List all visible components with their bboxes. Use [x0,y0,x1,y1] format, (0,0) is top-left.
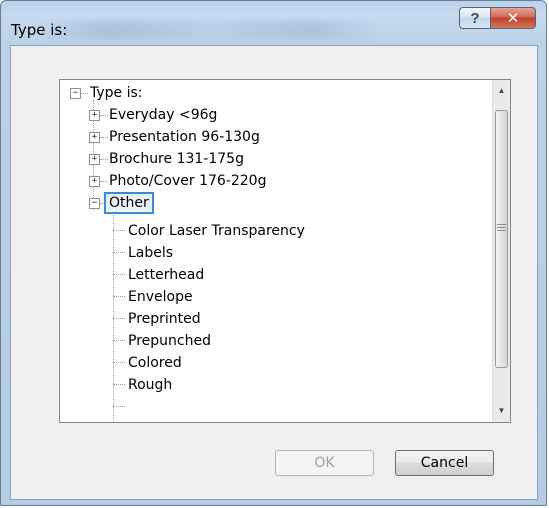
tree-connector-line [113,210,114,422]
tree-item-label: Preprinted [128,311,201,327]
tree-item-label: Everyday <96g [109,107,218,123]
help-button[interactable]: ? [459,7,491,29]
paper-type-tree[interactable]: − Type is: + Everyday <96g + Presentatio… [59,79,511,423]
tree-item-label: Type is: [90,85,143,101]
scroll-down-icon[interactable]: ▼ [493,402,510,419]
expand-icon[interactable]: + [89,154,100,165]
title-bar-blur [41,21,381,39]
tree-item-color-laser-transparency[interactable]: Color Laser Transparency [128,220,305,242]
tree-item-label: Rough [128,377,173,393]
expand-icon[interactable]: + [89,110,100,121]
scrollbar-thumb[interactable] [495,110,508,368]
tree-item-label: Letterhead [128,267,205,283]
close-icon: ✕ [506,10,520,27]
grip-icon [497,224,506,232]
scroll-up-icon[interactable]: ▲ [493,82,510,99]
tree-item-rough[interactable]: Rough [128,374,172,396]
tree-item-envelope[interactable]: Envelope [128,286,193,308]
vertical-scrollbar[interactable]: ▲ ▼ [492,80,510,422]
title-bar[interactable]: Type is: ? ✕ [1,1,546,45]
tree-item-label: Presentation 96-130g [109,129,260,145]
tree-item-label: Color Laser Transparency [128,223,305,239]
dialog-window: Type is: ? ✕ − Type is: + Everyday <96g … [0,0,547,506]
tree-item-label: Envelope [128,289,193,305]
help-icon: ? [470,9,480,27]
tree-item-colored[interactable]: Colored [128,352,182,374]
tree-item-prepunched[interactable]: Prepunched [128,330,211,352]
expand-icon[interactable]: + [89,176,100,187]
tree-item-preprinted[interactable]: Preprinted [128,308,201,330]
expand-icon[interactable]: + [89,132,100,143]
tree-item-label: Labels [128,245,174,261]
tree-item-label: Photo/Cover 176-220g [109,173,267,189]
collapse-icon[interactable]: − [89,198,100,209]
tree-item-label: Brochure 131-175g [109,151,244,167]
close-button[interactable]: ✕ [490,7,536,29]
collapse-icon[interactable]: − [70,88,81,99]
window-title: Type is: [11,21,68,39]
tree-item-label: Colored [128,355,182,371]
ok-button[interactable]: OK [275,450,374,476]
tree-item-label: Prepunched [128,333,211,349]
tree-item-letterhead[interactable]: Letterhead [128,264,204,286]
tree-item-label-selected: Other [104,192,154,214]
cancel-button[interactable]: Cancel [395,450,494,476]
dialog-client-area: − Type is: + Everyday <96g + Presentatio… [10,45,538,500]
tree-item-labels[interactable]: Labels [128,242,173,264]
